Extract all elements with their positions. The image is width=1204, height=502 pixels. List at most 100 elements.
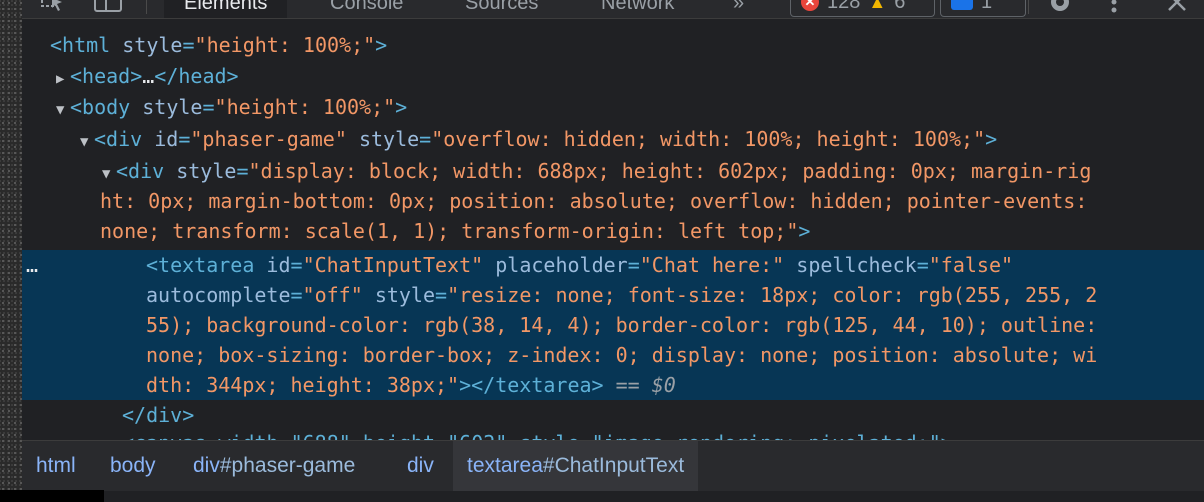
toolbar-separator bbox=[1028, 0, 1029, 14]
tab-elements[interactable]: Elements bbox=[164, 0, 288, 18]
crumb-tag: body bbox=[110, 454, 156, 477]
selected-node-line: none; box-sizing: border-box; z-index: 0… bbox=[146, 340, 1097, 370]
breadcrumb-body[interactable]: body bbox=[96, 441, 170, 491]
tag-name: <div bbox=[94, 127, 143, 151]
node-actions-icon[interactable]: … bbox=[26, 250, 38, 280]
attr-value: "display: block; width: 688px; height: 6… bbox=[248, 159, 1092, 183]
attr-value: none; transform: scale(1, 1); transform-… bbox=[100, 219, 799, 243]
tree-node-div-container-wrap: ht: 0px; margin-bottom: 0px; position: a… bbox=[100, 186, 1087, 216]
crumb-tag: div bbox=[407, 454, 434, 477]
tree-node-canvas[interactable]: <canvas width="688" height="602" style="… bbox=[122, 428, 953, 440]
attr-name: style bbox=[358, 127, 420, 151]
expand-triangle-icon[interactable]: ▶ bbox=[56, 64, 70, 94]
attr-value: "height: 100%;" bbox=[214, 95, 396, 119]
tag-close: </div> bbox=[122, 403, 195, 427]
tag-close: > bbox=[395, 95, 408, 119]
tree-node-body[interactable]: ▼ <body style="height: 100%;"> bbox=[56, 92, 407, 122]
tree-node-phaser-game[interactable]: ▼ <div id="phaser-game" style="overflow: … bbox=[80, 124, 997, 154]
tag-name: <textarea bbox=[146, 253, 255, 277]
attr-value: "phaser-game" bbox=[190, 127, 347, 151]
breadcrumb: html body div#phaser-game div textarea#C… bbox=[22, 440, 1204, 491]
attr-name: style bbox=[122, 33, 183, 57]
tag-name: <body bbox=[70, 95, 131, 119]
selected-node-line: autocomplete="off" style="resize: none; … bbox=[146, 283, 1098, 307]
attr-value: "false" bbox=[928, 253, 1014, 277]
tag-name: <canvas width="688" height="602" style="… bbox=[122, 431, 953, 440]
attr-value: "ChatInputText" bbox=[302, 253, 484, 277]
attr-value: "resize: none; font-size: 18px; color: r… bbox=[447, 283, 1098, 307]
dom-tree: <html style="height: 100%;"> ▶ <head>…</h… bbox=[22, 30, 1204, 440]
attr-value: "overflow: hidden; width: 100%; height: … bbox=[431, 127, 986, 151]
tag-close: > bbox=[375, 33, 388, 57]
tab-network[interactable]: Network bbox=[601, 0, 674, 18]
attr-name: style bbox=[374, 283, 436, 307]
attr-value: ht: 0px; margin-bottom: 0px; position: a… bbox=[100, 189, 1088, 213]
message-icon bbox=[951, 0, 973, 10]
breadcrumb-html[interactable]: html bbox=[22, 441, 90, 491]
attr-name: id bbox=[154, 127, 179, 151]
selected-node-line: <textarea id="ChatInputText" placeholder… bbox=[146, 253, 1014, 277]
tag-name: <div bbox=[116, 159, 165, 183]
breadcrumb-textarea[interactable]: textarea#ChatInputText bbox=[453, 441, 699, 491]
attr-name: autocomplete bbox=[146, 283, 291, 307]
attr-value: dth: 344px; height: 38px;" bbox=[146, 373, 460, 397]
tag-close: ></textarea> bbox=[459, 373, 604, 397]
tab-sources[interactable]: Sources bbox=[465, 0, 538, 18]
breadcrumb-div[interactable]: div bbox=[393, 441, 448, 491]
issues-counter[interactable]: ✕ 128 ▲ 6 bbox=[790, 0, 935, 17]
tree-node-div-container[interactable]: ▼ <div style="display: block; width: 688p… bbox=[102, 156, 1091, 186]
breadcrumb-div-phaser-game[interactable]: div#phaser-game bbox=[179, 441, 369, 491]
collapsed-ellipsis[interactable]: … bbox=[142, 64, 154, 88]
page-edge-strip bbox=[0, 0, 22, 502]
settings-gear-icon[interactable] bbox=[1046, 0, 1074, 18]
selected-node-line: 55); background-color: rgb(38, 14, 4); b… bbox=[146, 310, 1097, 340]
equals-marker: == bbox=[615, 373, 640, 397]
tree-node-div-container-wrap: none; transform: scale(1, 1); transform-… bbox=[100, 216, 810, 246]
devtools-toolbar: Elements Console Sources Network » ✕ 128… bbox=[22, 0, 1204, 19]
tab-console[interactable]: Console bbox=[330, 0, 403, 18]
attr-value: none; box-sizing: border-box; z-index: 0… bbox=[146, 343, 1098, 367]
collapse-triangle-icon[interactable]: ▼ bbox=[56, 95, 70, 125]
attr-name: spellcheck bbox=[796, 253, 917, 277]
tree-node-head[interactable]: ▶ <head>…</head> bbox=[56, 61, 239, 91]
console-ref: $0 bbox=[651, 373, 676, 397]
attr-name: id bbox=[266, 253, 291, 277]
crumb-tag: textarea bbox=[467, 454, 543, 477]
more-tabs-icon[interactable]: » bbox=[733, 0, 744, 18]
error-count: 128 bbox=[827, 0, 861, 13]
attr-name: style bbox=[176, 159, 237, 183]
crumb-tag: html bbox=[36, 454, 76, 477]
device-toggle-icon[interactable] bbox=[94, 0, 124, 18]
kebab-menu-icon[interactable] bbox=[1110, 0, 1118, 18]
status-strip bbox=[0, 490, 104, 502]
toolbar-separator bbox=[146, 0, 147, 14]
tag-close: > bbox=[985, 127, 998, 151]
tree-node-html[interactable]: <html style="height: 100%;"> bbox=[50, 30, 387, 60]
tag-close: > bbox=[798, 219, 811, 243]
crumb-tag: div bbox=[193, 454, 220, 477]
crumb-id: #phaser-game bbox=[219, 454, 356, 477]
tree-node-div-close[interactable]: </div> bbox=[122, 400, 194, 430]
collapse-triangle-icon[interactable]: ▼ bbox=[102, 159, 116, 189]
close-icon[interactable] bbox=[1166, 0, 1188, 18]
attr-value: "Chat here:" bbox=[639, 253, 785, 277]
warning-icon: ▲ bbox=[868, 0, 887, 12]
attr-value: 55); background-color: rgb(38, 14, 4); b… bbox=[146, 313, 1098, 337]
tag-name: <html bbox=[50, 33, 111, 57]
message-count: 1 bbox=[981, 0, 993, 13]
tag-close: </head> bbox=[154, 64, 239, 88]
collapse-triangle-icon[interactable]: ▼ bbox=[80, 127, 94, 157]
warning-count: 6 bbox=[894, 0, 906, 13]
attr-name: style bbox=[142, 95, 203, 119]
crumb-id: #ChatInputText bbox=[542, 454, 685, 477]
attr-name: placeholder bbox=[495, 253, 628, 277]
devtools-panel: Elements Console Sources Network » ✕ 128… bbox=[22, 0, 1204, 502]
error-icon: ✕ bbox=[801, 0, 819, 11]
selected-node-line: dth: 344px; height: 38px;"></textarea> =… bbox=[146, 370, 676, 400]
inspect-icon[interactable] bbox=[40, 0, 66, 18]
selected-node-textarea[interactable]: … <textarea id="ChatInputText" placehold… bbox=[22, 250, 1204, 400]
tag-name: <head> bbox=[70, 64, 143, 88]
attr-value: "height: 100%;" bbox=[194, 33, 376, 57]
attr-value: "off" bbox=[302, 283, 363, 307]
messages-counter[interactable]: 1 bbox=[940, 0, 1026, 17]
